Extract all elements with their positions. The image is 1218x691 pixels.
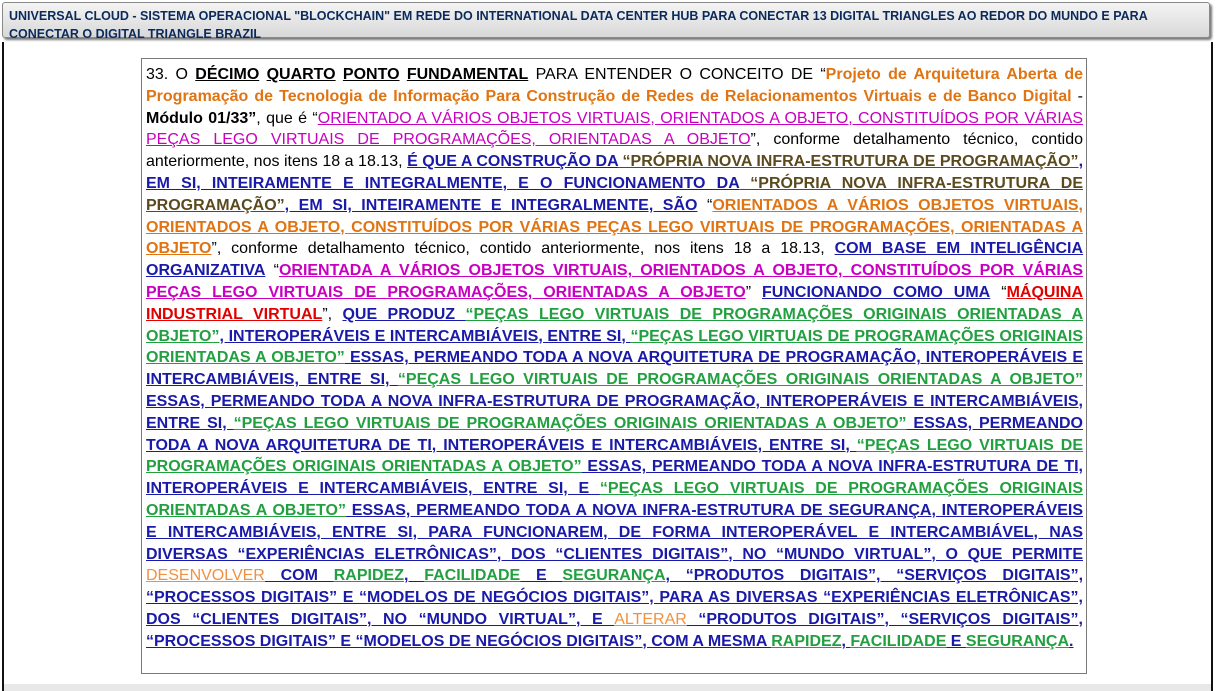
text-segment-plain — [336, 66, 343, 83]
text-segment-plain: “ — [697, 196, 713, 214]
text-segment-plain: “ — [265, 262, 279, 280]
text-segment-plain: PARA ENTENDER O CONCEITO DE “ — [528, 66, 826, 83]
text-segment-green: “PEÇAS LEGO VIRTUAIS DE PROGRAMAÇÕES ORI… — [397, 371, 1083, 389]
text-segment-blue: E — [520, 567, 563, 585]
document-panel: 33. O DÉCIMO QUARTO PONTO FUNDAMENTAL PA… — [141, 58, 1087, 674]
title-bar: UNIVERSAL CLOUD - SISTEMA OPERACIONAL "B… — [2, 2, 1210, 41]
text-segment-plain: - — [1071, 87, 1084, 105]
text-segment-blue: , — [403, 567, 425, 585]
text-segment-plain: 33. O — [146, 66, 196, 83]
text-segment-blue: É QUE A CONSTRUÇÃO DA — [407, 153, 619, 171]
text-segment-blue: FUNCIONANDO COMO UMA — [762, 283, 991, 301]
text-segment-lorange: DESENVOLVER — [146, 567, 265, 585]
text-segment-bold: Módulo 01/33” — [146, 109, 257, 127]
text-segment-plain — [400, 66, 407, 83]
left-border — [2, 42, 4, 691]
text-segment-blue: QUE PRODUZ — [342, 305, 466, 323]
document-paragraph: 33. O DÉCIMO QUARTO PONTO FUNDAMENTAL PA… — [146, 64, 1083, 653]
page-title: UNIVERSAL CLOUD - SISTEMA OPERACIONAL "B… — [9, 9, 1148, 41]
text-segment-green: RAPIDEZ — [333, 567, 404, 585]
right-border — [1211, 42, 1213, 691]
text-segment-green: FACILIDADE — [850, 632, 947, 650]
text-segment-blue: E — [946, 632, 966, 650]
text-segment-green: SEGURANÇA — [562, 567, 666, 585]
text-segment-plain: , que é “ — [256, 109, 318, 127]
text-segment-blue: , EM SI, INTEIRAMENTE E INTEGRALMENTE, S… — [284, 196, 698, 214]
text-segment-plain: ”, conforme detalhamento técnico, contid… — [211, 240, 835, 258]
text-segment-plainu: FUNDAMENTAL — [406, 66, 529, 83]
text-segment-green: SEGURANÇA — [965, 632, 1070, 650]
text-segment-blue: COM — [264, 567, 334, 585]
text-segment-plainu: DÉCIMO — [195, 66, 260, 83]
text-segment-plainu: QUARTO — [266, 66, 336, 83]
text-segment-blue: . — [1069, 632, 1074, 650]
text-segment-lorange: ALTERAR — [614, 610, 687, 628]
bottom-scroll-strip — [4, 684, 1211, 691]
text-segment-green: FACILIDADE — [424, 567, 521, 585]
text-segment-green: “PEÇAS LEGO VIRTUAIS DE PROGRAMAÇÕES ORI… — [233, 414, 907, 432]
text-segment-plain — [259, 66, 266, 83]
text-segment-plain: ”, — [322, 305, 343, 323]
text-segment-plainu: PONTO — [342, 66, 400, 83]
text-segment-blue: , INTEROPERÁVEIS E INTERCAMBIÁVEIS, ENTR… — [219, 327, 631, 345]
text-segment-olive: “PRÓPRIA NOVA INFRA-ESTRUTURA DE PROGRAM… — [618, 153, 1079, 171]
text-segment-plain: “ — [990, 283, 1007, 301]
text-segment-green: RAPIDEZ — [771, 632, 842, 650]
text-segment-plain: ” — [745, 283, 763, 301]
